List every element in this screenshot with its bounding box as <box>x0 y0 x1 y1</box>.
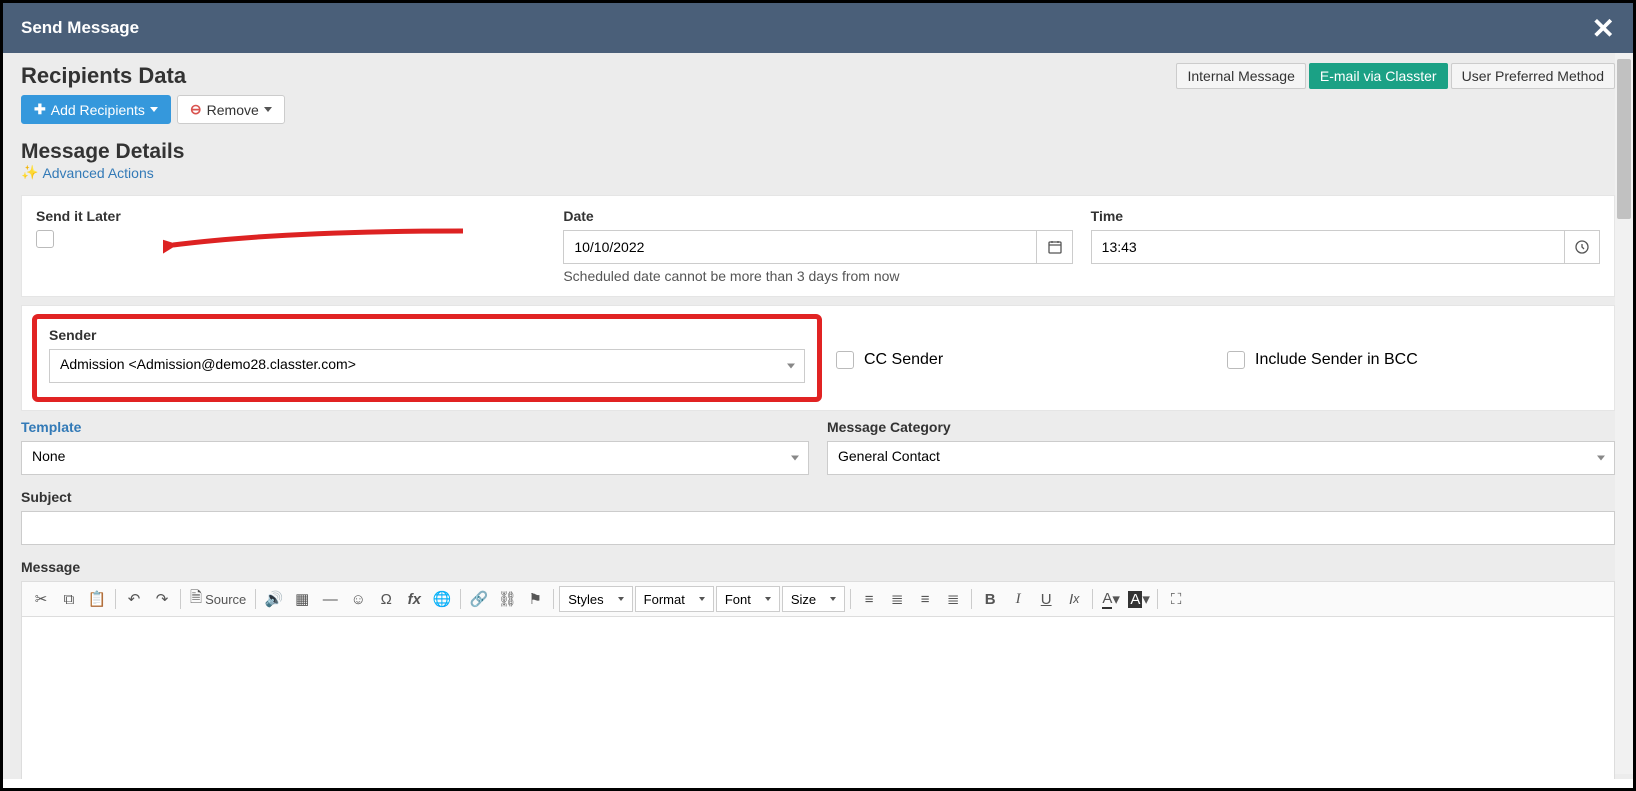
bg-color-icon[interactable]: A▾ <box>1126 586 1152 612</box>
template-select[interactable]: None <box>21 441 809 475</box>
clear-format-icon[interactable]: Ix <box>1061 586 1087 612</box>
time-label: Time <box>1091 208 1600 224</box>
bold-icon[interactable]: B <box>977 586 1003 612</box>
underline-icon[interactable]: U <box>1033 586 1059 612</box>
wand-icon: ✨ <box>21 164 38 181</box>
redo-icon[interactable]: ↷ <box>149 586 175 612</box>
align-justify-icon[interactable]: ≣ <box>940 586 966 612</box>
sender-select[interactable]: Admission <Admission@demo28.classter.com… <box>49 349 805 383</box>
calendar-icon[interactable] <box>1037 230 1072 264</box>
source-icon: 🗎 <box>190 587 202 612</box>
subject-label: Subject <box>21 489 1615 505</box>
editor-toolbar: ✂ ⧉ 📋 ↶ ↷ 🗎 Source 🔊 ▦ ― ☺ Ω fx 🌐 <box>21 581 1615 617</box>
recipients-title: Recipients Data <box>21 63 186 89</box>
unlink-icon[interactable]: ⛓ <box>494 586 520 612</box>
scrollbar[interactable] <box>1615 53 1633 774</box>
tab-email-classter[interactable]: E-mail via Classter <box>1309 63 1448 89</box>
caret-down-icon <box>150 107 158 112</box>
font-combo[interactable]: Font <box>716 586 780 612</box>
clock-icon[interactable] <box>1565 230 1600 264</box>
format-combo[interactable]: Format <box>635 586 714 612</box>
plus-icon: ✚ <box>34 101 46 118</box>
caret-down-icon <box>264 107 272 112</box>
source-button[interactable]: 🗎 Source <box>186 586 250 612</box>
hr-icon[interactable]: ― <box>317 586 343 612</box>
bcc-sender-checkbox[interactable] <box>1227 351 1245 369</box>
globe-icon[interactable]: 🌐 <box>429 586 455 612</box>
fx-icon[interactable]: fx <box>401 586 427 612</box>
align-center-icon[interactable]: ≣ <box>884 586 910 612</box>
undo-icon[interactable]: ↶ <box>121 586 147 612</box>
advanced-actions-link[interactable]: ✨ Advanced Actions <box>21 164 154 181</box>
modal-header: Send Message ✕ <box>3 3 1633 53</box>
italic-icon[interactable]: I <box>1005 586 1031 612</box>
omega-icon[interactable]: Ω <box>373 586 399 612</box>
schedule-panel: Send it Later Date Scheduled date cannot… <box>21 195 1615 297</box>
modal-title: Send Message <box>21 18 139 38</box>
date-help-text: Scheduled date cannot be more than 3 day… <box>563 268 1072 284</box>
date-label: Date <box>563 208 1072 224</box>
cc-sender-row: CC Sender <box>836 351 1209 369</box>
tab-user-preferred[interactable]: User Preferred Method <box>1451 63 1615 89</box>
bcc-sender-row: Include Sender in BCC <box>1227 351 1600 369</box>
category-select[interactable]: General Contact <box>827 441 1615 475</box>
text-color-icon[interactable]: A▾ <box>1098 586 1124 612</box>
align-left-icon[interactable]: ≡ <box>856 586 882 612</box>
remove-recipients-button[interactable]: ⊖ Remove <box>177 95 285 124</box>
link-icon[interactable]: 🔗 <box>466 586 492 612</box>
size-combo[interactable]: Size <box>782 586 845 612</box>
recipients-header-row: Recipients Data Internal Message E-mail … <box>21 63 1615 89</box>
time-input[interactable] <box>1091 230 1565 264</box>
time-col: Time <box>1091 208 1600 284</box>
template-label: Template <box>21 419 809 435</box>
maximize-icon[interactable]: ⛶ <box>1163 586 1189 612</box>
table-icon[interactable]: ▦ <box>289 586 315 612</box>
send-later-col: Send it Later <box>36 208 545 284</box>
close-icon[interactable]: ✕ <box>1592 12 1615 45</box>
paste-icon[interactable]: 📋 <box>84 586 110 612</box>
align-right-icon[interactable]: ≡ <box>912 586 938 612</box>
flag-icon[interactable]: ⚑ <box>522 586 548 612</box>
advanced-actions-label: Advanced Actions <box>42 165 153 181</box>
sender-highlight: Sender Admission <Admission@demo28.class… <box>32 314 822 402</box>
modal-body: Recipients Data Internal Message E-mail … <box>3 53 1633 779</box>
cc-sender-checkbox[interactable] <box>836 351 854 369</box>
recipients-buttons: ✚ Add Recipients ⊖ Remove <box>21 95 1615 124</box>
cc-sender-label: CC Sender <box>864 351 943 369</box>
message-details-title: Message Details <box>21 140 1615 164</box>
modal: Send Message ✕ Recipients Data Internal … <box>0 0 1636 791</box>
sound-icon[interactable]: 🔊 <box>261 586 287 612</box>
bcc-sender-label: Include Sender in BCC <box>1255 351 1418 369</box>
smiley-icon[interactable]: ☺ <box>345 586 371 612</box>
send-later-checkbox[interactable] <box>36 230 54 248</box>
minus-icon: ⊖ <box>190 101 202 118</box>
add-recipients-label: Add Recipients <box>51 102 145 118</box>
subject-input[interactable] <box>21 511 1615 545</box>
scrollbar-thumb[interactable] <box>1617 59 1631 219</box>
cut-icon[interactable]: ✂ <box>28 586 54 612</box>
sender-panel: Sender Admission <Admission@demo28.class… <box>21 305 1615 411</box>
tab-internal-message[interactable]: Internal Message <box>1176 63 1305 89</box>
message-label: Message <box>21 559 1615 575</box>
date-input[interactable] <box>563 230 1037 264</box>
sender-label: Sender <box>49 327 805 343</box>
send-later-label: Send it Later <box>36 208 545 224</box>
date-col: Date Scheduled date cannot be more than … <box>563 208 1072 284</box>
styles-combo[interactable]: Styles <box>559 586 632 612</box>
remove-recipients-label: Remove <box>207 102 259 118</box>
copy-icon[interactable]: ⧉ <box>56 586 82 612</box>
category-label: Message Category <box>827 419 1615 435</box>
message-type-tabs: Internal Message E-mail via Classter Use… <box>1176 63 1615 89</box>
message-editor[interactable] <box>21 617 1615 779</box>
add-recipients-button[interactable]: ✚ Add Recipients <box>21 95 171 124</box>
